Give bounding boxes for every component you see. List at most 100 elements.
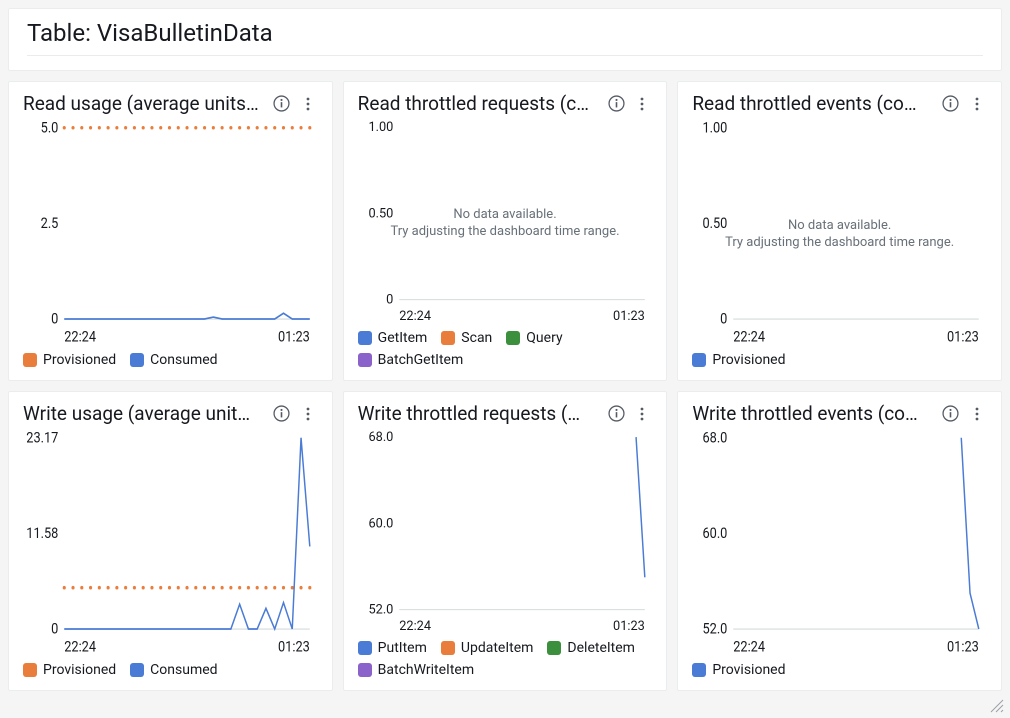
- svg-text:01:23: 01:23: [613, 619, 645, 634]
- legend-item[interactable]: Provisioned: [23, 352, 116, 368]
- svg-text:5.0: 5.0: [41, 121, 59, 137]
- legend-color-swatch: [358, 663, 372, 677]
- info-icon[interactable]: [272, 404, 292, 424]
- svg-text:0.50: 0.50: [368, 206, 393, 221]
- info-icon[interactable]: [941, 94, 961, 114]
- legend-label: DeleteItem: [567, 640, 635, 656]
- chart-card-write_usage: Write usage (average unit… 011.5823.1722…: [8, 391, 333, 691]
- chart-plot-area[interactable]: 00.501.0022:2401:23 No data available. T…: [358, 121, 653, 324]
- svg-text:01:23: 01:23: [613, 309, 645, 324]
- legend-item[interactable]: DeleteItem: [547, 640, 635, 656]
- resize-handle-icon[interactable]: [990, 698, 1004, 712]
- svg-text:52.0: 52.0: [703, 621, 728, 638]
- svg-text:11.58: 11.58: [26, 525, 58, 542]
- legend-item[interactable]: Provisioned: [23, 662, 116, 678]
- chart-plot-area[interactable]: 52.0 60.0 68.0 22:24 01:23: [692, 431, 987, 656]
- legend-label: GetItem: [378, 330, 428, 346]
- chart-legend: Provisioned: [692, 662, 987, 678]
- svg-text:01:23: 01:23: [947, 639, 979, 656]
- chart-plot-area[interactable]: 0 2.5 5.0 22:24 01:23: [23, 121, 318, 346]
- svg-text:0.50: 0.50: [703, 215, 728, 232]
- legend-item[interactable]: GetItem: [358, 330, 428, 346]
- svg-text:68.0: 68.0: [368, 431, 393, 445]
- card-header: Write usage (average unit…: [23, 402, 318, 425]
- legend-label: Query: [526, 330, 562, 346]
- legend-color-swatch: [506, 331, 520, 345]
- legend-color-swatch: [23, 353, 37, 367]
- legend-item[interactable]: BatchGetItem: [358, 352, 464, 368]
- legend-label: Consumed: [150, 352, 217, 368]
- svg-text:60.0: 60.0: [368, 516, 393, 531]
- legend-label: Consumed: [150, 662, 217, 678]
- legend-item[interactable]: Provisioned: [692, 352, 785, 368]
- legend-item[interactable]: Scan: [441, 330, 492, 346]
- card-header: Write throttled requests (…: [358, 402, 653, 425]
- chart-legend: GetItem Scan Query BatchGetItem: [358, 330, 653, 368]
- chart-title: Read throttled events (co…: [692, 92, 935, 115]
- svg-text:0: 0: [386, 293, 393, 308]
- legend-color-swatch: [130, 663, 144, 677]
- chart-title: Read throttled requests (c…: [358, 92, 601, 115]
- svg-text:01:23: 01:23: [278, 329, 310, 346]
- chart-plot-area[interactable]: 011.5823.1722:2401:23: [23, 431, 318, 656]
- svg-text:1.00: 1.00: [703, 121, 728, 137]
- legend-item[interactable]: Consumed: [130, 352, 217, 368]
- legend-label: Scan: [461, 330, 492, 346]
- info-icon[interactable]: [606, 94, 626, 114]
- legend-color-swatch: [441, 331, 455, 345]
- legend-label: Provisioned: [43, 662, 116, 678]
- svg-text:22:24: 22:24: [399, 619, 431, 634]
- more-options-button[interactable]: [298, 94, 318, 114]
- svg-text:1.00: 1.00: [368, 121, 393, 135]
- legend-label: BatchGetItem: [378, 352, 464, 368]
- more-options-button[interactable]: [967, 94, 987, 114]
- svg-text:52.0: 52.0: [368, 603, 393, 618]
- legend-item[interactable]: Provisioned: [692, 662, 785, 678]
- legend-color-swatch: [358, 353, 372, 367]
- card-header: Read throttled events (co…: [692, 92, 987, 115]
- svg-text:68.0: 68.0: [703, 431, 728, 447]
- legend-color-swatch: [358, 331, 372, 345]
- legend-item[interactable]: PutItem: [358, 640, 427, 656]
- chart-title: Write throttled requests (…: [358, 402, 601, 425]
- legend-item[interactable]: Consumed: [130, 662, 217, 678]
- legend-color-swatch: [130, 353, 144, 367]
- svg-text:0: 0: [51, 621, 58, 638]
- legend-label: Provisioned: [712, 352, 785, 368]
- svg-text:0: 0: [51, 311, 58, 328]
- chart-card-write_throttled_events: Write throttled events (co… 52.0 60.0 68.0…: [677, 391, 1002, 691]
- more-options-button[interactable]: [632, 94, 652, 114]
- chart-title: Write throttled events (co…: [692, 402, 935, 425]
- legend-color-swatch: [441, 641, 455, 655]
- svg-text:22:24: 22:24: [734, 639, 766, 656]
- charts-grid: Read usage (average units… 02.55.022:240…: [8, 81, 1002, 691]
- legend-item[interactable]: Query: [506, 330, 562, 346]
- chart-card-read_usage: Read usage (average units… 02.55.022:240…: [8, 81, 333, 381]
- legend-label: Provisioned: [712, 662, 785, 678]
- info-icon[interactable]: [272, 94, 292, 114]
- chart-title: Write usage (average unit…: [23, 402, 266, 425]
- page-header: Table: VisaBulletinData: [8, 8, 1002, 71]
- svg-text:22:24: 22:24: [734, 329, 766, 346]
- info-icon[interactable]: [941, 404, 961, 424]
- svg-text:01:23: 01:23: [278, 639, 310, 656]
- legend-label: Provisioned: [43, 352, 116, 368]
- svg-text:60.0: 60.0: [703, 525, 728, 542]
- legend-label: UpdateItem: [461, 640, 534, 656]
- svg-text:22:24: 22:24: [64, 329, 96, 346]
- more-options-button[interactable]: [967, 404, 987, 424]
- chart-plot-area[interactable]: 52.0 60.0 68.0 22:24 01:23: [358, 431, 653, 634]
- chart-legend: PutItem UpdateItem DeleteItem BatchWrite…: [358, 640, 653, 678]
- chart-plot-area[interactable]: 00.501.0022:2401:23 No data available. T…: [692, 121, 987, 346]
- svg-text:2.5: 2.5: [41, 215, 59, 232]
- svg-text:23.17: 23.17: [26, 431, 58, 447]
- info-icon[interactable]: [606, 404, 626, 424]
- legend-item[interactable]: UpdateItem: [441, 640, 534, 656]
- legend-color-swatch: [692, 663, 706, 677]
- chart-legend: Provisioned: [692, 352, 987, 368]
- legend-item[interactable]: BatchWriteItem: [358, 662, 474, 678]
- more-options-button[interactable]: [298, 404, 318, 424]
- chart-legend: Provisioned Consumed: [23, 352, 318, 368]
- chart-card-read_throttled_requests: Read throttled requests (c… 00.501.0022:…: [343, 81, 668, 381]
- more-options-button[interactable]: [632, 404, 652, 424]
